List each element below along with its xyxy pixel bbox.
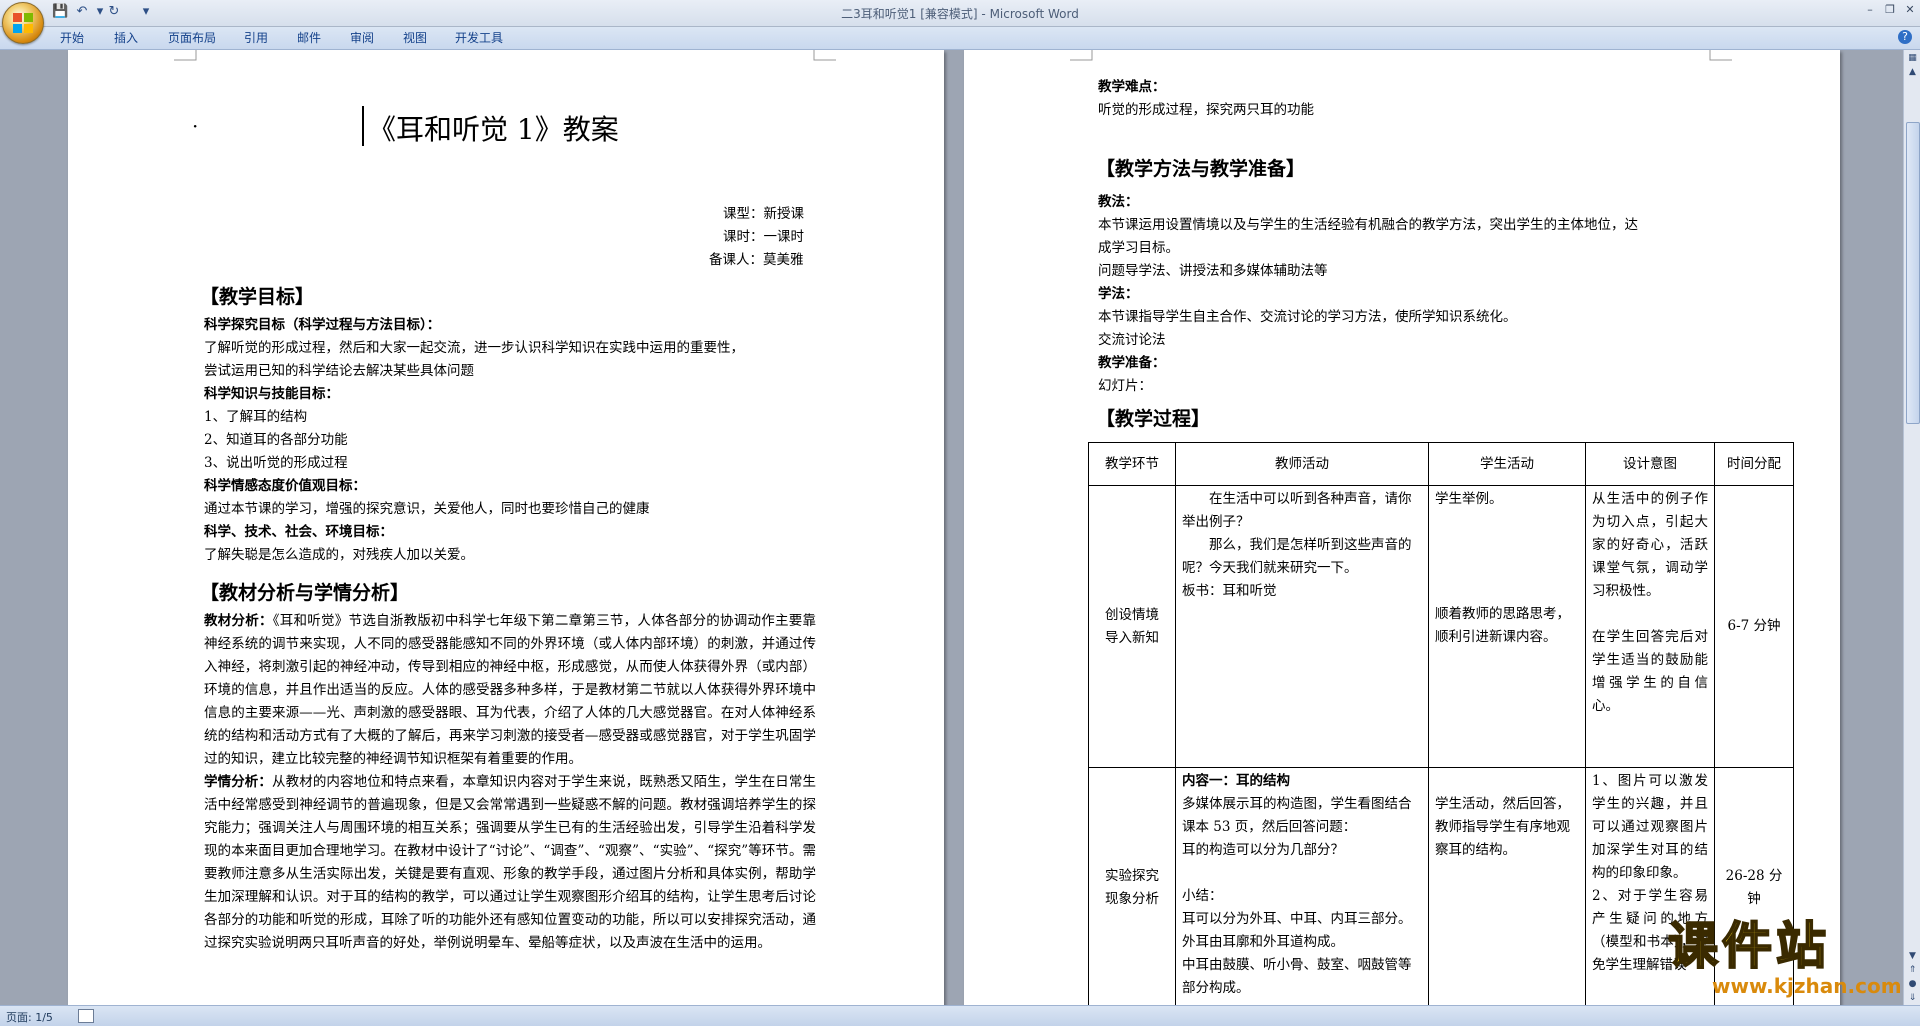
design-intent-cell: 从生活中的例子作为切入点，引起大家的好奇心，活跃课堂气氛，调动学习积极性。 在学…: [1585, 485, 1715, 768]
goal2-item: 3、说出听觉的形成过程: [204, 455, 348, 471]
prep-text: 幻灯片：: [1098, 378, 1152, 394]
goal1-text-2: 尝试运用已知的科学结论去解决某些具体问题: [204, 363, 474, 379]
office-button[interactable]: [2, 2, 44, 44]
restore-icon[interactable]: ❐: [1882, 3, 1898, 17]
goal3-label: 科学情感态度价值观目标：: [204, 478, 366, 494]
title-bar: 💾 ↶ ▾ ↻ ▾ 二3耳和听觉1 [兼容模式] - Microsoft Wor…: [0, 0, 1920, 44]
teach-method-label: 教法：: [1098, 194, 1139, 210]
learn-method-text: 交流讨论法: [1098, 332, 1166, 348]
teach-method-text: 问题导学法、讲授法和多媒体辅助法等: [1098, 263, 1328, 279]
ribbon-tabs: 开始 插入 页面布局 引用 邮件 审阅 视图 开发工具 ?: [0, 27, 1920, 50]
teach-method-text: 本节课运用设置情境以及与学生的生活经验有机融合的教学方法，突出学生的主体地位，达: [1098, 217, 1638, 233]
tab-references[interactable]: 引用: [244, 30, 268, 46]
learn-method-text: 本节课指导学生自主合作、交流讨论的学习方法，使所学知识系统化。: [1098, 309, 1517, 325]
tab-mailings[interactable]: 邮件: [297, 30, 321, 46]
ruler-toggle-icon[interactable]: ▦: [1906, 52, 1919, 65]
difficulty-label: 教学难点：: [1098, 79, 1166, 95]
teacher-activity-cell: 在生活中可以听到各种声音，请你举出例子？ 那么，我们是怎样听到这些声音的呢？今天…: [1175, 485, 1429, 768]
vertical-scrollbar[interactable]: ▦ ▲ ▼ ⇑ ● ⇓: [1903, 50, 1920, 1005]
section-heading-analysis: 【教材分析与学情分析】: [200, 582, 410, 604]
table-header: 学生活动: [1428, 442, 1586, 486]
meta-author: 备课人：莫美雅: [709, 252, 804, 268]
tab-view[interactable]: 视图: [403, 30, 427, 46]
prep-label: 教学准备：: [1098, 355, 1166, 371]
scroll-up-icon[interactable]: ▲: [1906, 66, 1919, 79]
textbook-analysis-text: 《耳和听觉》节选自浙教版初中科学七年级下第二章第三节，人体各部分的协调动作主要靠…: [204, 613, 816, 767]
tab-developer[interactable]: 开发工具: [455, 30, 503, 46]
student-analysis-label: 学情分析：: [204, 774, 273, 790]
textbook-analysis-label: 教材分析：: [204, 613, 273, 629]
teach-method-text: 成学习目标。: [1098, 240, 1179, 256]
watermark: 课件站 www.kjzhan.com: [1667, 917, 1918, 1008]
goal1-text-1: 了解听觉的形成过程，然后和大家一起交流，进一步认识科学知识在实践中运用的重要性，: [204, 340, 744, 356]
table-header: 教学环节: [1088, 442, 1176, 486]
document-title: 《耳和听觉 1》教案: [368, 113, 619, 146]
tab-review[interactable]: 审阅: [350, 30, 374, 46]
teacher-activity-cell: 内容一：耳的结构 多媒体展示耳的构造图，学生看图结合课本 53 页，然后回答问题…: [1175, 767, 1429, 1005]
table-header: 教师活动: [1175, 442, 1429, 486]
goal2-label: 科学知识与技能目标：: [204, 386, 339, 402]
section-heading-methods: 【教学方法与教学准备】: [1096, 158, 1306, 180]
goal3-text: 通过本节课的学习，增强的探究意识，关爱他人，同时也要珍惜自己的健康: [204, 501, 650, 517]
table-header: 时间分配: [1714, 442, 1794, 486]
goal4-text: 了解失聪是怎么造成的，对残疾人加以关爱。: [204, 547, 474, 563]
section-heading-process: 【教学过程】: [1096, 408, 1211, 430]
tab-insert[interactable]: 插入: [114, 30, 138, 46]
document-page-2[interactable]: 教学难点： 听觉的形成过程，探究两只耳的功能 【教学方法与教学准备】 教法： 本…: [964, 50, 1840, 1005]
difficulty-text: 听觉的形成过程，探究两只耳的功能: [1098, 102, 1314, 118]
minimize-icon[interactable]: –: [1862, 3, 1878, 17]
scroll-thumb[interactable]: [1906, 122, 1920, 424]
goal2-item: 1、了解耳的结构: [204, 409, 308, 425]
table-row: 创设情境 导入新知 在生活中可以听到各种声音，请你举出例子？ 那么，我们是怎样听…: [1088, 485, 1794, 768]
meta-lesson-type: 课型：新授课: [723, 206, 804, 222]
goal4-label: 科学、技术、社会、环境目标：: [204, 524, 393, 540]
page-indicator[interactable]: 页面: 1/5: [6, 1009, 53, 1025]
office-logo-icon: [13, 13, 33, 33]
crop-mark: [1070, 50, 1093, 61]
student-activity-cell: 学生举例。 顺着教师的思路思考，顺利引进新课内容。: [1428, 485, 1586, 768]
learn-method-label: 学法：: [1098, 286, 1139, 302]
analysis-body: 教材分析：《耳和听觉》节选自浙教版初中科学七年级下第二章第三节，人体各部分的协调…: [204, 610, 816, 1005]
crop-mark: [174, 50, 197, 61]
meta-lesson-hours: 课时：一课时: [723, 229, 804, 245]
section-heading-goals: 【教学目标】: [200, 286, 315, 308]
stage-cell: 实验探究 现象分析: [1088, 767, 1176, 1005]
document-page-1[interactable]: · 《耳和听觉 1》教案 课型：新授课 课时：一课时 备课人：莫美雅 【教学目标…: [68, 50, 944, 1005]
tab-home[interactable]: 开始: [60, 30, 84, 46]
time-cell: 6-7 分钟: [1714, 485, 1794, 768]
window-title: 二3耳和听觉1 [兼容模式] - Microsoft Word: [841, 7, 1079, 21]
student-activity-cell: 学生活动，然后回答，教师指导学生有序地观察耳的结构。: [1428, 767, 1586, 1005]
watermark-url: www.kjzhan.com: [1712, 974, 1902, 998]
stage-cell: 创设情境 导入新知: [1088, 485, 1176, 768]
proofing-icon[interactable]: [78, 1009, 94, 1023]
document-workspace: · 《耳和听觉 1》教案 课型：新授课 课时：一课时 备课人：莫美雅 【教学目标…: [0, 50, 1902, 1005]
crop-mark: [813, 50, 836, 61]
goal2-item: 2、知道耳的各部分功能: [204, 432, 348, 448]
goal1-label: 科学探究目标（科学过程与方法目标）：: [204, 317, 441, 333]
watermark-logo: 课件站: [1667, 917, 1830, 975]
help-icon[interactable]: ?: [1898, 30, 1912, 44]
crop-mark: [1709, 50, 1732, 61]
table-header: 设计意图: [1585, 442, 1715, 486]
status-bar: 页面: 1/5: [0, 1005, 1920, 1026]
student-analysis-text: 从教材的内容地位和特点来看，本章知识内容对于学生来说，既熟悉又陌生，学生在日常生…: [204, 774, 816, 951]
tab-page-layout[interactable]: 页面布局: [168, 30, 216, 46]
table-header-row: 教学环节 教师活动 学生活动 设计意图 时间分配: [1088, 442, 1794, 486]
close-icon[interactable]: ✕: [1902, 3, 1918, 17]
